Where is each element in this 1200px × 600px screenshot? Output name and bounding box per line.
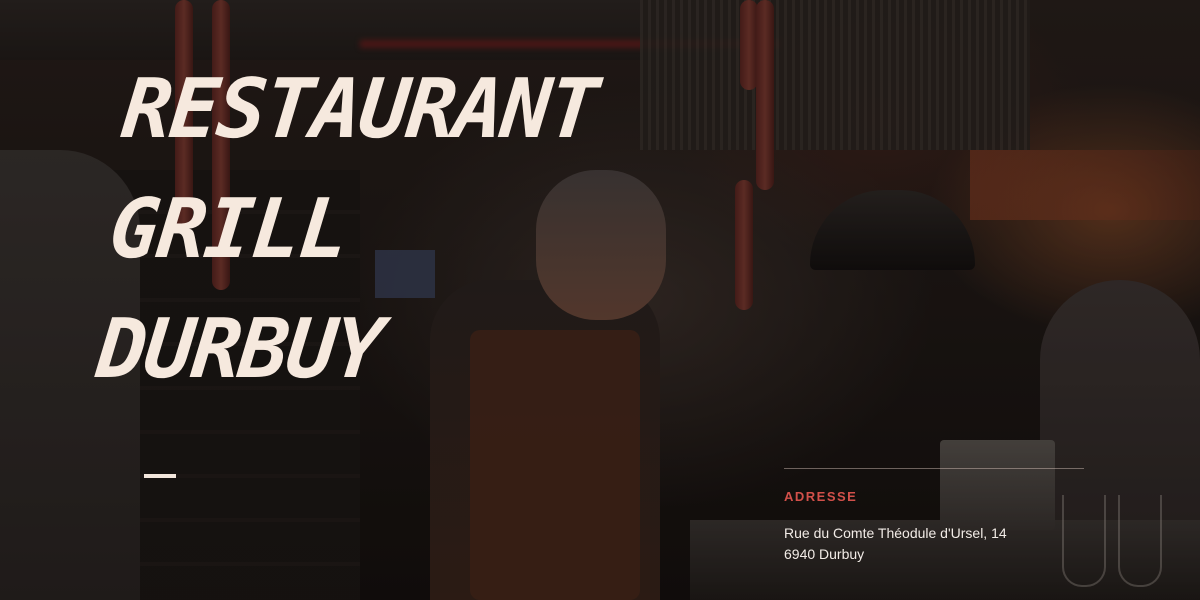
address-label: ADRESSE	[784, 489, 858, 504]
title-line: DURBUY	[92, 302, 387, 397]
title-line: GRILL	[105, 182, 352, 277]
title-line: RESTAURANT	[117, 62, 602, 157]
address-street: Rue du Comte Théodule d'Ursel, 14	[784, 525, 1007, 541]
address-city: 6940 Durbuy	[784, 546, 865, 562]
hero-title: RESTAURANT GRILL DURBUY	[91, 50, 603, 410]
address-block: Rue du Comte Théodule d'Ursel, 14 6940 D…	[784, 523, 1007, 565]
info-divider	[784, 468, 1084, 469]
title-divider	[144, 474, 176, 478]
